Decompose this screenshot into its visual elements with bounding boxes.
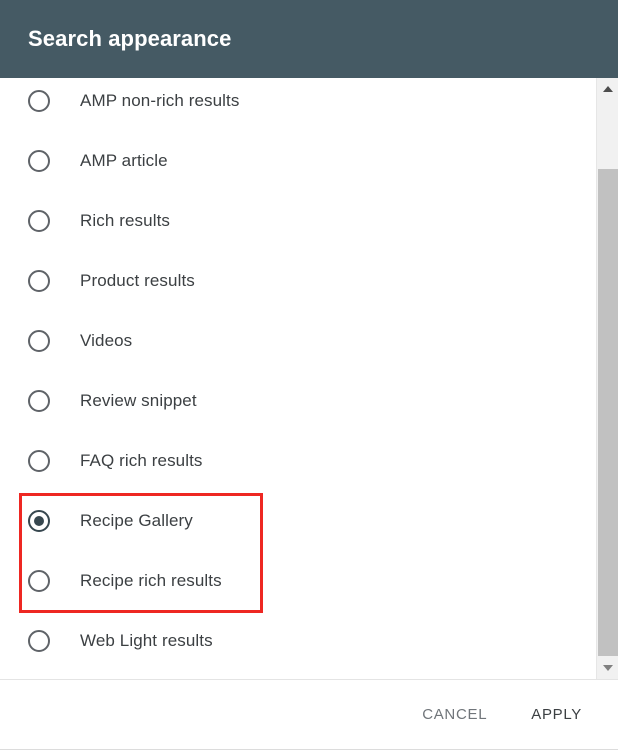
triangle-up-glyph [602,86,613,92]
search-appearance-dialog: Search appearance AMP non-rich results AM… [0,0,618,750]
option-label: AMP article [80,151,168,170]
scrollbar[interactable] [596,78,618,679]
radio-button-icon[interactable] [28,570,50,592]
radio-button-icon[interactable] [28,150,50,172]
option-row[interactable]: Web Light results [0,611,596,671]
radio-button-icon[interactable] [28,210,50,232]
options-list: AMP non-rich results AMP article Rich resu… [0,78,596,671]
options-scroll-area[interactable]: AMP non-rich results AMP article Rich resu… [0,78,596,679]
option-label: Product results [80,271,195,290]
radio-button-icon[interactable] [28,330,50,352]
option-row[interactable]: Recipe rich results [0,551,596,611]
dialog-footer: CANCEL APPLY [0,679,618,749]
radio-dot [34,276,44,286]
radio-dot [34,156,44,166]
radio-button-icon[interactable] [28,90,50,112]
radio-button-icon[interactable] [28,510,50,532]
option-row[interactable]: Rich results [0,191,596,251]
radio-button-icon[interactable] [28,630,50,652]
dialog-header: Search appearance [0,0,618,78]
option-label: Recipe rich results [80,571,222,590]
option-label: Recipe Gallery [80,511,193,530]
radio-dot [34,636,44,646]
cancel-button[interactable]: CANCEL [412,698,497,731]
triangle-up-icon[interactable] [597,78,618,100]
radio-button-icon[interactable] [28,390,50,412]
radio-button-icon[interactable] [28,270,50,292]
radio-dot [34,456,44,466]
triangle-down-icon[interactable] [597,657,618,679]
triangle-down-glyph [602,665,613,671]
option-row[interactable]: FAQ rich results [0,431,596,491]
option-label: AMP non-rich results [80,91,240,110]
option-row[interactable]: Videos [0,311,596,371]
radio-dot [34,216,44,226]
radio-dot [34,396,44,406]
option-label: Web Light results [80,631,213,650]
option-label: Rich results [80,211,171,230]
option-label: FAQ rich results [80,451,203,470]
radio-dot [34,336,44,346]
option-row[interactable]: AMP non-rich results [0,78,596,131]
option-label: Review snippet [80,391,197,410]
option-row[interactable]: Product results [0,251,596,311]
radio-dot [34,576,44,586]
radio-button-icon[interactable] [28,450,50,472]
option-label: Videos [80,331,133,350]
option-row[interactable]: Recipe Gallery [0,491,596,551]
option-row[interactable]: Review snippet [0,371,596,431]
option-row[interactable]: AMP article [0,131,596,191]
radio-dot [34,96,44,106]
page-title: Search appearance [28,26,232,51]
radio-dot [34,516,44,526]
scrollbar-thumb[interactable] [598,169,618,656]
apply-button[interactable]: APPLY [521,698,592,731]
